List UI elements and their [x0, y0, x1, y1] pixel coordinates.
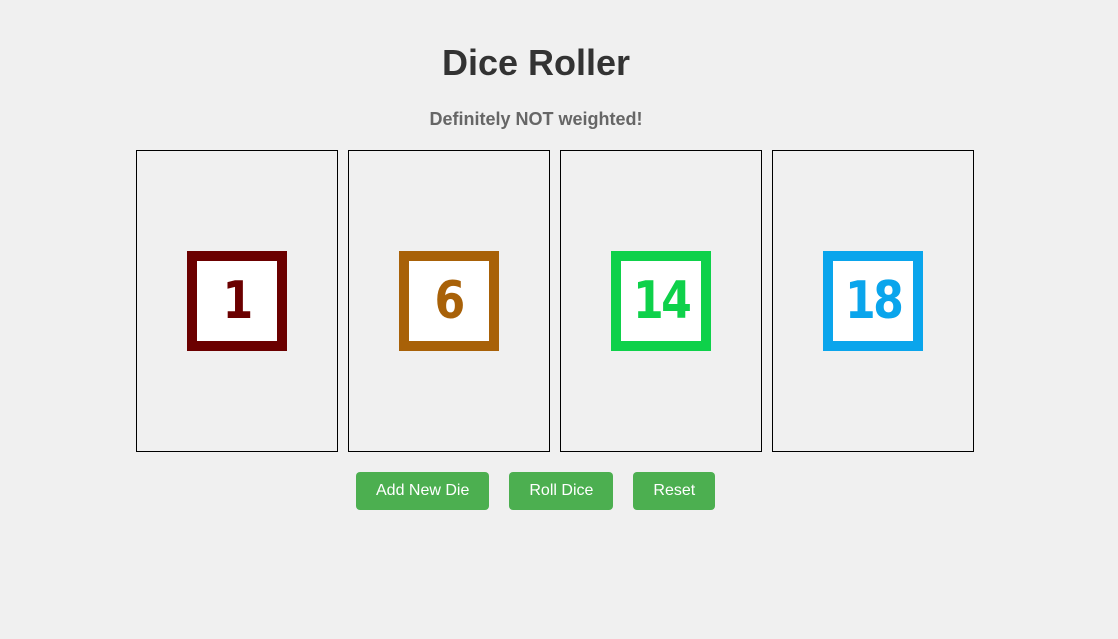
- die-card: 14: [560, 150, 762, 452]
- die-card: 1: [136, 150, 338, 452]
- reset-button[interactable]: Reset: [633, 472, 716, 510]
- page-title: Dice Roller: [441, 42, 631, 83]
- die-face: 14: [611, 251, 711, 351]
- button-bar: Add New Die Roll Dice Reset: [356, 472, 716, 510]
- die-value: 14: [632, 271, 692, 331]
- die-value: 1: [222, 271, 254, 331]
- die-face: 1: [187, 251, 287, 351]
- die-value: 18: [844, 271, 904, 331]
- page-subtitle: Definitely NOT weighted!: [429, 109, 643, 129]
- add-new-die-button[interactable]: Add New Die: [356, 472, 490, 510]
- die-face: 18: [823, 251, 923, 351]
- die-card: 18: [772, 150, 974, 452]
- die-value: 6: [434, 271, 466, 331]
- roll-dice-button[interactable]: Roll Dice: [509, 472, 614, 510]
- die-card: 6: [348, 150, 550, 452]
- die-face: 6: [399, 251, 499, 351]
- dice-container: 1 6 14 18: [136, 150, 974, 452]
